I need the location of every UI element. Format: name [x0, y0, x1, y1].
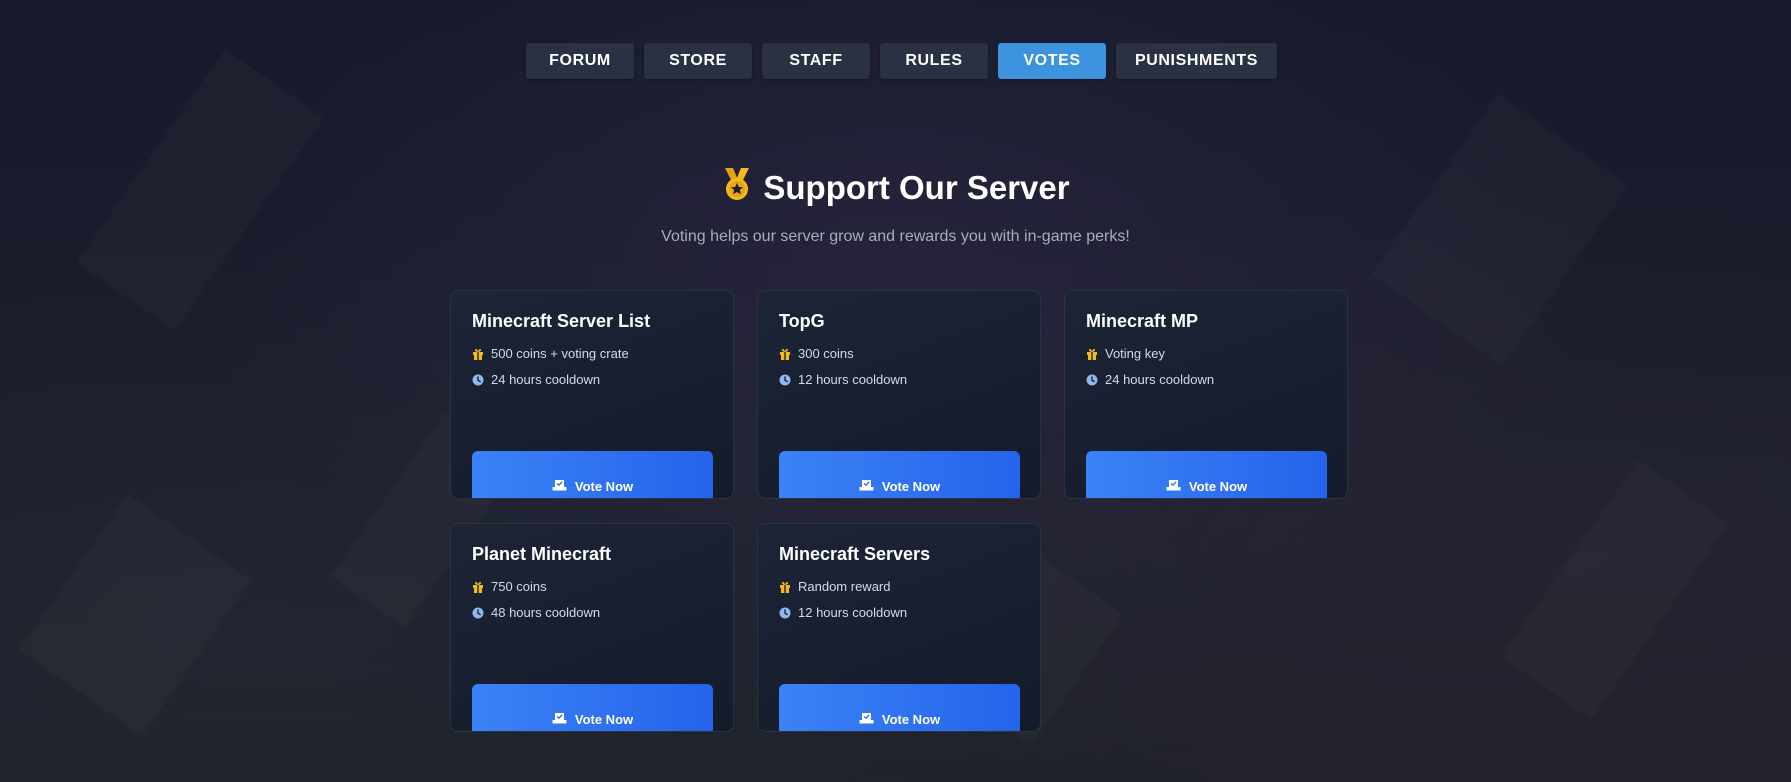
vote-card-minecraft-servers: Minecraft Servers Random reward 12 hours…	[757, 523, 1041, 732]
vote-card-minecraft-mp: Minecraft MP Voting key 24 hours cooldow…	[1064, 290, 1348, 499]
cooldown-row: 24 hours cooldown	[472, 372, 600, 387]
cooldown-text: 24 hours cooldown	[491, 372, 601, 387]
vote-box-icon	[859, 712, 874, 731]
reward-row: 300 coins	[779, 346, 854, 361]
gift-icon	[472, 348, 484, 360]
vote-card-topg: TopG 300 coins 12 hours cooldown Vote No…	[757, 290, 1041, 499]
vote-now-label: Vote Now	[881, 479, 941, 494]
nav-punishments-button[interactable]: PUNISHMENTS	[1116, 43, 1277, 79]
vote-box-icon	[552, 479, 567, 498]
card-title: Minecraft Servers	[779, 544, 931, 564]
page-title-row: Support Our Server	[721, 166, 1070, 210]
vote-box-icon	[552, 712, 567, 731]
gift-icon	[472, 581, 484, 593]
vote-card-minecraft-server-list: Minecraft Server List 500 coins + voting…	[450, 290, 734, 499]
gift-icon	[1086, 348, 1098, 360]
reward-text: Random reward	[798, 579, 891, 594]
gift-icon	[779, 348, 791, 360]
reward-row: 500 coins + voting crate	[472, 346, 629, 361]
vote-now-label: Vote Now	[574, 712, 634, 727]
page-header: Support Our Server Voting helps our serv…	[0, 166, 1791, 246]
cooldown-text: 12 hours cooldown	[798, 605, 908, 620]
clock-icon	[779, 374, 791, 386]
reward-text: 300 coins	[798, 346, 854, 361]
top-nav: FORUM STORE STAFF RULES VOTES PUNISHMENT…	[526, 43, 1277, 79]
reward-row: 750 coins	[472, 579, 547, 594]
clock-icon	[472, 607, 484, 619]
reward-row: Voting key	[1086, 346, 1165, 361]
clock-icon	[472, 374, 484, 386]
vote-now-label: Vote Now	[574, 479, 634, 494]
vote-now-label: Vote Now	[1188, 479, 1248, 494]
page-title: Support Our Server	[763, 169, 1070, 206]
page-subtitle: Voting helps our server grow and rewards…	[661, 228, 1130, 245]
vote-now-button[interactable]: Vote Now	[779, 451, 1020, 498]
cooldown-row: 12 hours cooldown	[779, 372, 907, 387]
card-title: Planet Minecraft	[472, 544, 612, 564]
cooldown-row: 24 hours cooldown	[1086, 372, 1214, 387]
nav-store-button[interactable]: STORE	[644, 43, 752, 79]
nav-forum-button[interactable]: FORUM	[526, 43, 634, 79]
clock-icon	[1086, 374, 1098, 386]
gift-icon	[779, 581, 791, 593]
vote-box-icon	[1166, 479, 1181, 498]
vote-now-button[interactable]: Vote Now	[472, 451, 713, 498]
vote-now-button[interactable]: Vote Now	[472, 684, 713, 731]
cooldown-text: 12 hours cooldown	[798, 372, 908, 387]
card-title: Minecraft Server List	[472, 311, 651, 331]
nav-staff-button[interactable]: STAFF	[762, 43, 870, 79]
cooldown-row: 48 hours cooldown	[472, 605, 600, 620]
reward-text: 500 coins + voting crate	[491, 346, 629, 361]
nav-rules-button[interactable]: RULES	[880, 43, 988, 79]
vote-card-planet-minecraft: Planet Minecraft 750 coins 48 hours cool…	[450, 523, 734, 732]
vote-now-label: Vote Now	[881, 712, 941, 727]
vote-box-icon	[859, 479, 874, 498]
reward-text: Voting key	[1105, 346, 1165, 361]
cooldown-row: 12 hours cooldown	[779, 605, 907, 620]
card-title: TopG	[779, 311, 825, 331]
cooldown-text: 24 hours cooldown	[1105, 372, 1215, 387]
vote-now-button[interactable]: Vote Now	[779, 684, 1020, 731]
clock-icon	[779, 607, 791, 619]
medal-icon	[721, 166, 753, 210]
nav-votes-button[interactable]: VOTES	[998, 43, 1106, 79]
card-title: Minecraft MP	[1086, 311, 1199, 331]
reward-text: 750 coins	[491, 579, 547, 594]
vote-now-button[interactable]: Vote Now	[1086, 451, 1327, 498]
cooldown-text: 48 hours cooldown	[491, 605, 601, 620]
reward-row: Random reward	[779, 579, 891, 594]
